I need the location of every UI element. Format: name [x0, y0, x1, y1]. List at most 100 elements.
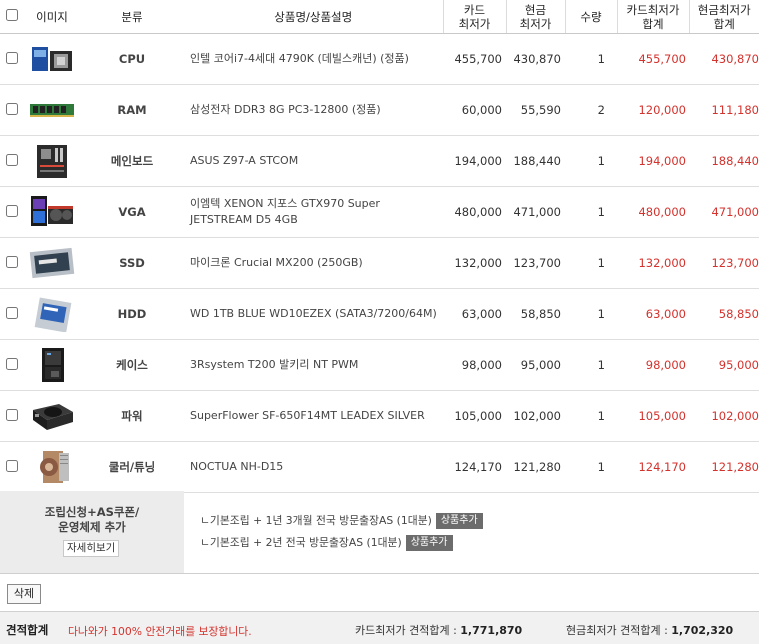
row-checkbox-cell	[0, 84, 24, 136]
product-name[interactable]: 마이크론 Crucial MX200 (250GB)	[184, 237, 443, 289]
header-cash-min: 현금 최저가	[505, 0, 565, 34]
product-category: SSD	[80, 237, 184, 289]
row-checkbox[interactable]	[6, 255, 18, 268]
card-sum-price: 480,000	[617, 186, 689, 238]
product-name[interactable]: 3Rsystem T200 발키리 NT PWM	[184, 339, 443, 391]
product-image[interactable]	[24, 288, 80, 340]
ram-stick-icon	[29, 103, 75, 117]
card-min-price: 124,170	[443, 441, 506, 493]
assembly-options-section: 조립신청+AS쿠폰/운영체제 추가 자세히보기 ㄴ기본조립 + 1년 3개월 전…	[0, 491, 759, 574]
card-total: 카드최저가 견적합계 : 1,771,870	[355, 624, 523, 637]
product-image[interactable]	[24, 390, 80, 442]
product-name[interactable]: ASUS Z97-A STCOM	[184, 135, 443, 187]
add-product-button-1[interactable]: 상품추가	[435, 513, 483, 529]
product-name[interactable]: 인텔 코어i7-4세대 4790K (데빌스캐년) (정품)	[184, 33, 443, 85]
header-card-min: 카드 최저가	[442, 0, 506, 34]
product-image[interactable]	[24, 339, 80, 391]
row-checkbox-cell	[0, 33, 24, 85]
quantity[interactable]: 1	[565, 339, 617, 391]
card-min-price: 63,000	[443, 288, 506, 340]
add-product-button-2[interactable]: 상품추가	[405, 535, 453, 551]
row-checkbox[interactable]	[6, 459, 18, 472]
power-supply-icon	[29, 404, 75, 430]
row-checkbox-cell	[0, 237, 24, 289]
product-name[interactable]: WD 1TB BLUE WD10EZEX (SATA3/7200/64M)	[184, 288, 443, 340]
row-checkbox[interactable]	[6, 51, 18, 64]
product-image[interactable]	[24, 33, 80, 85]
quantity[interactable]: 1	[565, 288, 617, 340]
cash-sum-price: 111,180	[689, 84, 759, 136]
graphics-card-icon	[29, 196, 75, 226]
table-row: 파워 SuperFlower SF-650F14MT LEADEX SILVER 1…	[0, 390, 759, 442]
header-product: 상품명/상품설명	[184, 0, 443, 34]
product-image[interactable]	[24, 135, 80, 187]
cash-min-price: 95,000	[506, 339, 565, 391]
ssd-icon	[29, 247, 75, 279]
card-min-price: 455,700	[443, 33, 506, 85]
product-category: 쿨러/튜닝	[80, 441, 184, 493]
cash-sum-price: 123,700	[689, 237, 759, 289]
product-image[interactable]	[24, 186, 80, 238]
quantity[interactable]: 1	[565, 33, 617, 85]
assembly-option-1: ㄴ기본조립 + 1년 3개월 전국 방문출장AS (1대분) 상품추가	[200, 513, 483, 529]
row-checkbox[interactable]	[6, 153, 18, 166]
assembly-option-2-label: ㄴ기본조립 + 2년 전국 방문출장AS (1대분)	[200, 536, 402, 549]
row-checkbox[interactable]	[6, 408, 18, 421]
row-checkbox-cell	[0, 135, 24, 187]
product-name[interactable]: 이엠텍 XENON 지포스 GTX970 Super JETSTREAM D5 4…	[184, 186, 443, 238]
hdd-icon	[29, 297, 75, 332]
cash-sum-price: 95,000	[689, 339, 759, 391]
header-qty: 수량	[564, 0, 617, 34]
card-min-price: 132,000	[443, 237, 506, 289]
product-category: 케이스	[80, 339, 184, 391]
cash-sum-price: 430,870	[689, 33, 759, 85]
cash-min-price: 102,000	[506, 390, 565, 442]
quantity[interactable]: 1	[565, 186, 617, 238]
cpu-cooler-icon	[29, 451, 75, 483]
row-checkbox[interactable]	[6, 102, 18, 115]
card-sum-price: 105,000	[617, 390, 689, 442]
quantity[interactable]: 2	[565, 84, 617, 136]
table-row: SSD 마이크론 Crucial MX200 (250GB) 132,000 123,…	[0, 237, 759, 289]
product-category: VGA	[80, 186, 184, 238]
quantity[interactable]: 1	[565, 237, 617, 289]
assembly-option-1-label: ㄴ기본조립 + 1년 3개월 전국 방문출장AS (1대분)	[200, 514, 432, 527]
assembly-options-title: 조립신청+AS쿠폰/운영체제 추가	[44, 505, 140, 534]
card-min-price: 194,000	[443, 135, 506, 187]
delete-button[interactable]: 삭제	[7, 584, 41, 604]
product-name[interactable]: NOCTUA NH-D15	[184, 441, 443, 493]
product-image[interactable]	[24, 441, 80, 493]
quantity[interactable]: 1	[565, 135, 617, 187]
product-category: RAM	[80, 84, 184, 136]
table-row: 쿨러/튜닝 NOCTUA NH-D15 124,170 121,280 1 124,170…	[0, 441, 759, 493]
table-row: HDD WD 1TB BLUE WD10EZEX (SATA3/7200/64M)…	[0, 288, 759, 340]
table-row: VGA 이엠텍 XENON 지포스 GTX970 Super JETSTREAM D…	[0, 186, 759, 238]
quantity[interactable]: 1	[565, 390, 617, 442]
row-checkbox[interactable]	[6, 204, 18, 217]
row-checkbox-cell	[0, 288, 24, 340]
product-name[interactable]: 삼성전자 DDR3 8G PC3-12800 (정품)	[184, 84, 443, 136]
row-checkbox-cell	[0, 441, 24, 493]
product-category: HDD	[80, 288, 184, 340]
card-sum-price: 455,700	[617, 33, 689, 85]
table-header-row: 이미지 분류 상품명/상품설명 카드 최저가 현금 최저가 수량 카드최저가 합계 현…	[0, 0, 759, 34]
product-image[interactable]	[24, 237, 80, 289]
card-sum-price: 132,000	[617, 237, 689, 289]
cash-total: 현금최저가 견적합계 : 1,702,320	[566, 624, 734, 637]
detail-view-button[interactable]: 자세히보기	[63, 540, 120, 557]
header-cash-total: 현금최저가 합계	[688, 0, 759, 34]
row-checkbox[interactable]	[6, 357, 18, 370]
card-min-price: 480,000	[443, 186, 506, 238]
product-image[interactable]	[24, 84, 80, 136]
row-checkbox[interactable]	[6, 306, 18, 319]
cash-min-price: 55,590	[506, 84, 565, 136]
table-row: 메인보드 ASUS Z97-A STCOM 194,000 188,440 1 194,0…	[0, 135, 759, 187]
select-all-checkbox[interactable]	[6, 9, 18, 21]
cash-min-price: 188,440	[506, 135, 565, 187]
header-card-total: 카드최저가 합계	[616, 0, 689, 34]
cpu-box-icon	[29, 47, 75, 71]
quantity[interactable]: 1	[565, 441, 617, 493]
product-name[interactable]: SuperFlower SF-650F14MT LEADEX SILVER	[184, 390, 443, 442]
cash-min-price: 123,700	[506, 237, 565, 289]
card-sum-price: 120,000	[617, 84, 689, 136]
